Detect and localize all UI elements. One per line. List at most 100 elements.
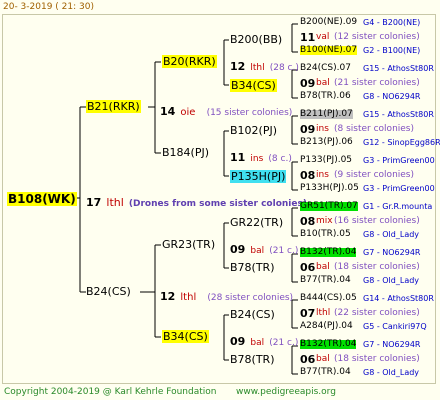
g4-bottom-queen-4[interactable]: B10(TR).05 <box>300 230 351 239</box>
g4-num-2: 09 <box>300 123 316 136</box>
g2-note-0: (28 c.) <box>269 63 299 73</box>
g4-bottom-queen-1[interactable]: B78(TR).06 <box>300 92 351 101</box>
g4-num-3: 08 <box>300 169 316 182</box>
g1-queen-0[interactable]: B21(RKR) <box>86 100 141 113</box>
g4-note-0: (12 sister colonies) <box>334 32 420 42</box>
g3-queen-4[interactable]: GR22(TR) <box>230 217 283 228</box>
g4-num-5: 06 <box>300 261 316 274</box>
g4-bottom-ref-5: G8 - Old_Lady <box>363 276 420 285</box>
g4-top-queen-0[interactable]: B200(NE).09 <box>300 18 357 27</box>
g4-bottom-queen-7[interactable]: B77(TR).04 <box>300 368 351 377</box>
g4-num-0: 11 <box>300 31 316 44</box>
g4-bottom-queen-6[interactable]: A284(PJ).04 <box>300 322 353 331</box>
g4-species-6: lthl <box>316 308 331 318</box>
g4-species-5: bal <box>316 262 330 272</box>
g4-species-3: ins <box>316 170 329 180</box>
g4-bottom-ref-6: G5 - Cankiri97Q <box>363 322 427 331</box>
g4-top-queen-4[interactable]: GR51(TR).07 <box>300 202 358 211</box>
g2-note-3: (21 c.) <box>269 338 299 348</box>
root-queen[interactable]: B108(WK) <box>7 192 77 206</box>
root-note: (Drones from some sister colonies) <box>128 199 307 209</box>
g4-bottom-ref-1: G8 - NO6294R <box>363 92 421 101</box>
g2-queen-0[interactable]: B20(RKR) <box>162 55 217 68</box>
g4-top-ref-7: G7 - NO6294R <box>363 340 421 349</box>
root-info: 17 lthl (Drones from some sister colonie… <box>86 193 307 209</box>
g2-info-2: 09 bal (21 c.) <box>230 240 298 256</box>
g4-top-queen-3[interactable]: P133(PJ).05 <box>300 156 352 165</box>
g4-top-queen-1[interactable]: B24(CS).07 <box>300 64 351 73</box>
timestamp-header: 20- 3-2019 ( 21: 30) <box>3 2 94 12</box>
g4-top-ref-2: G15 - AthosSt80R <box>363 110 434 119</box>
g4-top-ref-0: G4 - B200(NE) <box>363 18 421 27</box>
g4-top-ref-1: G15 - AthosSt80R <box>363 64 434 73</box>
g4-bottom-queen-0[interactable]: B100(NE).07 <box>300 46 358 55</box>
g4-species-7: bal <box>316 354 330 364</box>
g4-num-1: 09 <box>300 77 316 90</box>
g4-note-7: (18 sister colonies) <box>334 354 420 364</box>
g1-species-1: lthl <box>180 292 197 303</box>
g4-top-queen-7[interactable]: B132(TR).04 <box>300 340 357 349</box>
g4-bottom-queen-5[interactable]: B77(TR).04 <box>300 276 351 285</box>
g4-note-1: (21 sister colonies) <box>334 78 420 88</box>
g2-num-0: 12 <box>230 60 246 73</box>
g2-note-2: (21 c.) <box>269 246 299 256</box>
g1-num-1: 12 <box>160 290 176 303</box>
g4-bottom-queen-3[interactable]: P133H(PJ).05 <box>300 184 359 193</box>
g2-species-2: bal <box>250 246 265 256</box>
g4-species-4: mix <box>316 216 333 226</box>
g1-num-0: 14 <box>160 105 176 118</box>
g2-num-3: 09 <box>230 335 246 348</box>
g4-top-ref-3: G3 - PrimGreen00 <box>363 156 435 165</box>
g1-note-0: (15 sister colonies) <box>206 108 293 118</box>
g4-top-ref-6: G14 - AthosSt80R <box>363 294 434 303</box>
site-url-link[interactable]: www.pedigreeapis.org <box>236 388 336 397</box>
g2-queen-3[interactable]: B34(CS) <box>162 330 209 343</box>
g3-queen-6[interactable]: B24(CS) <box>230 309 275 320</box>
g4-note-3: (9 sister colonies) <box>334 170 415 180</box>
g4-num-4: 08 <box>300 215 316 228</box>
g4-bottom-queen-2[interactable]: B213(PJ).06 <box>300 138 353 147</box>
g1-info-1: 12 lthl (28 sister colonies) <box>160 287 293 303</box>
g4-bottom-ref-3: G3 - PrimGreen00 <box>363 184 435 193</box>
root-num: 17 <box>86 196 102 209</box>
g2-info-1: 11 ins (8 c.) <box>230 148 292 164</box>
g3-queen-1[interactable]: B34(CS) <box>230 79 277 92</box>
g2-num-2: 09 <box>230 243 246 256</box>
g2-species-3: bal <box>250 338 265 348</box>
g4-species-0: val <box>316 32 330 42</box>
g2-note-1: (8 c.) <box>268 154 292 164</box>
g4-bottom-ref-2: G12 - SinopEgg86R <box>363 138 440 147</box>
g4-species-1: bal <box>316 78 330 88</box>
g1-species-0: oie <box>180 107 196 118</box>
copyright-footer: Copyright 2004-2019 @ Karl Kehrle Founda… <box>4 387 217 397</box>
g2-info-3: 09 bal (21 c.) <box>230 332 298 348</box>
g4-species-2: ins <box>316 124 329 134</box>
g4-top-ref-4: G1 - Gr.R.mounta <box>363 202 433 211</box>
g1-note-1: (28 sister colonies) <box>207 293 294 303</box>
g4-top-ref-5: G7 - NO6294R <box>363 248 421 257</box>
g3-queen-7[interactable]: B78(TR) <box>230 354 275 365</box>
g3-queen-0[interactable]: B200(BB) <box>230 34 282 45</box>
g2-queen-1[interactable]: B184(PJ) <box>162 147 209 158</box>
g2-num-1: 11 <box>230 151 246 164</box>
g4-note-2: (8 sister colonies) <box>334 124 415 134</box>
g4-bottom-ref-4: G8 - Old_Lady <box>363 230 420 239</box>
g1-info-0: 14 oie (15 sister colonies) <box>160 102 292 118</box>
g2-queen-2[interactable]: GR23(TR) <box>162 239 215 250</box>
g4-bottom-ref-7: G8 - Old_Lady <box>363 368 420 377</box>
g2-species-0: lthl <box>250 63 265 73</box>
g4-top-queen-6[interactable]: B444(CS).05 <box>300 294 357 303</box>
g1-queen-1[interactable]: B24(CS) <box>86 286 131 297</box>
pedigree-canvas: 20- 3-2019 ( 21: 30) B108(WK) 17 lthl (D… <box>0 0 440 400</box>
g3-queen-2[interactable]: B102(PJ) <box>230 125 277 136</box>
g4-bottom-ref-0: G2 - B100(NE) <box>363 46 421 55</box>
g4-top-queen-2[interactable]: B211(PJ).07 <box>300 110 353 119</box>
g2-species-1: ins <box>250 154 264 164</box>
g4-top-queen-5[interactable]: B132(TR).04 <box>300 248 357 257</box>
g2-info-0: 12 lthl (28 c.) <box>230 57 299 73</box>
g4-num-7: 06 <box>300 353 316 366</box>
g3-queen-5[interactable]: B78(TR) <box>230 262 275 273</box>
g4-note-6: (22 sister colonies) <box>334 308 420 318</box>
g3-queen-3[interactable]: P135H(PJ) <box>230 170 287 183</box>
g4-num-6: 07 <box>300 307 316 320</box>
